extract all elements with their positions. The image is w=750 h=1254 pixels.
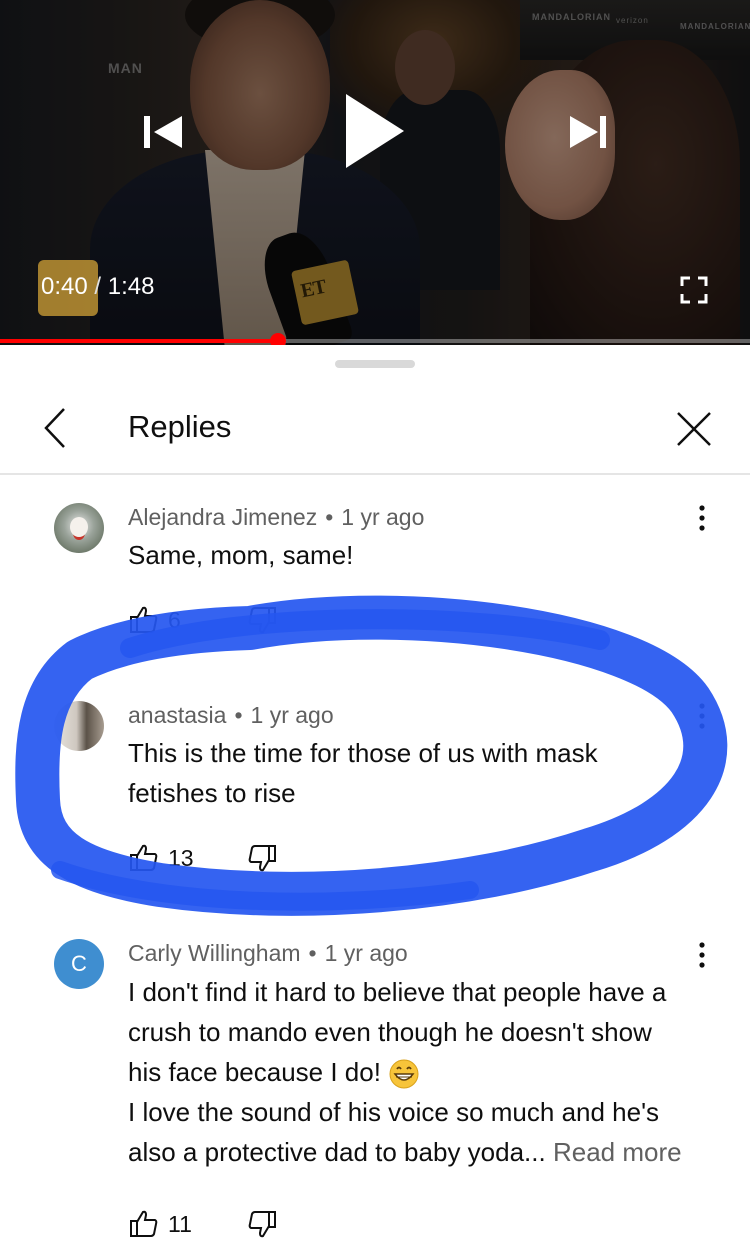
thumbs-up-icon[interactable] [128,604,160,636]
comment-age: 1 yr ago [341,504,425,530]
comment-text-line: This is the time for those of us with ma… [128,738,598,768]
thumbs-up-icon[interactable] [128,1208,160,1240]
comment-menu-button[interactable] [690,701,714,731]
meta-separator: • [308,940,317,966]
close-button[interactable] [672,407,716,451]
comment-meta: Alejandra Jimenez • 1 yr ago [128,504,424,531]
header-divider [0,473,750,475]
progress-bar[interactable] [0,333,750,345]
comment-text-line: his face because I do! [128,1052,728,1092]
previous-button[interactable] [142,112,186,152]
thumbs-down-icon[interactable] [246,604,278,636]
more-vertical-icon [699,942,705,968]
comment-meta: Carly Willingham • 1 yr ago [128,940,408,967]
comment-text-line: I don't find it hard to believe that peo… [128,977,667,1007]
comment-text-line: fetishes to rise [128,778,296,808]
comment-text: I don't find it hard to believe that peo… [128,972,728,1172]
progress-bar-played [0,339,278,343]
time-separator: / [94,273,102,300]
current-time: 0:40 [41,273,88,300]
comment-age: 1 yr ago [324,940,408,966]
replies-panel: Replies Alejandra Jimenez • 1 yr ago Same,… [0,345,750,1254]
avatar[interactable] [54,701,104,751]
comment-actions: 11 [128,1207,278,1241]
play-button[interactable] [342,92,406,170]
meta-separator: • [325,504,334,530]
comment-text: This is the time for those of us with ma… [128,733,728,813]
thumbs-down-icon[interactable] [246,1208,278,1240]
time-display: 0:40 / 1:48 [38,258,154,316]
comment-actions: 6 [128,603,278,637]
like-count: 11 [168,1210,192,1237]
grinning-face-icon [389,1059,419,1089]
next-button[interactable] [566,112,610,152]
avatar[interactable] [54,503,104,553]
skip-next-icon [570,116,606,148]
comment-menu-button[interactable] [690,940,714,970]
comment-author[interactable]: anastasia [128,702,226,728]
comment-text-line: I love the sound of his voice so much an… [128,1097,660,1127]
more-vertical-icon [699,505,705,531]
video-player[interactable]: ET MAN MANDALORIAN verizon MANDALORIAN 0… [0,0,750,345]
fullscreen-button[interactable] [680,276,708,304]
skip-previous-icon [144,116,182,148]
meta-separator: • [234,702,243,728]
comment-author[interactable]: Alejandra Jimenez [128,504,317,530]
thumbs-down-icon[interactable] [246,842,278,874]
play-icon [346,94,404,168]
comment-text: Same, mom, same! [128,540,354,570]
chevron-left-icon [44,408,65,448]
more-vertical-icon [699,703,705,729]
progress-scrubber[interactable] [269,333,286,345]
comment-author[interactable]: Carly Willingham [128,940,301,966]
read-more-link[interactable]: Read more [553,1137,682,1167]
comment-text-line: crush to mando even though he doesn't sh… [128,1017,652,1047]
back-button[interactable] [38,405,78,451]
panel-title: Replies [128,409,232,444]
thumbs-up-icon[interactable] [128,842,160,874]
close-icon [677,412,711,446]
like-count: 6 [168,606,181,633]
comment-text-line: also a protective dad to baby yoda... Re… [128,1137,682,1167]
duration: 1:48 [107,273,155,300]
fullscreen-icon [680,276,708,304]
comment-age: 1 yr ago [250,702,334,728]
comment-menu-button[interactable] [690,503,714,533]
like-count: 13 [168,844,194,871]
comment-meta: anastasia • 1 yr ago [128,702,334,729]
replies-header: Replies [0,395,750,475]
comment-actions: 13 [128,841,278,875]
avatar[interactable]: C [54,939,104,989]
drag-handle[interactable] [335,360,415,368]
